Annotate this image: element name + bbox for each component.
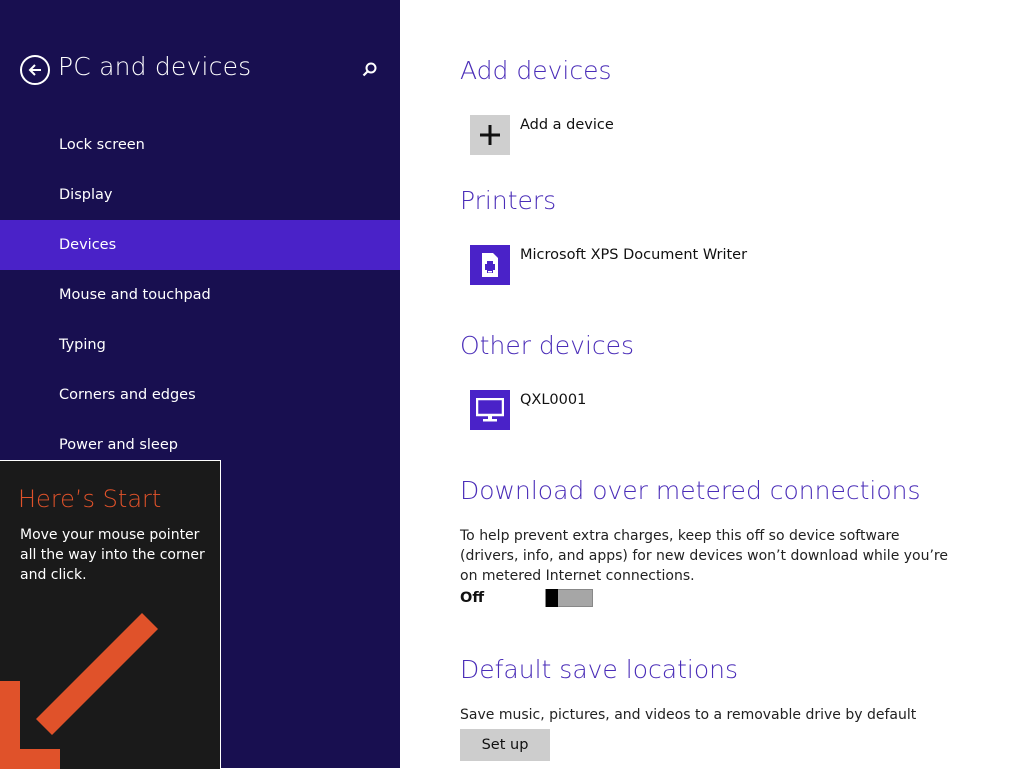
sidebar-item-typing[interactable]: Typing bbox=[0, 320, 400, 370]
sidebar-item-mouse-and-touchpad[interactable]: Mouse and touchpad bbox=[0, 270, 400, 320]
printer-item-xps[interactable]: Microsoft XPS Document Writer bbox=[520, 247, 747, 263]
sidebar-item-corners-and-edges[interactable]: Corners and edges bbox=[0, 370, 400, 420]
add-device-button[interactable]: Add a device bbox=[520, 117, 614, 133]
metered-toggle[interactable] bbox=[545, 589, 593, 607]
monitor-icon[interactable] bbox=[470, 390, 510, 430]
plus-icon[interactable] bbox=[470, 115, 510, 155]
save-locations-description: Save music, pictures, and videos to a re… bbox=[460, 707, 917, 723]
back-arrow-circle-icon[interactable] bbox=[20, 55, 50, 85]
device-item-qxl0001[interactable]: QXL0001 bbox=[520, 392, 586, 408]
sidebar-nav: Lock screen Display Devices Mouse and to… bbox=[0, 120, 400, 470]
section-title-metered: Download over metered connections bbox=[460, 476, 921, 505]
sidebar-item-display[interactable]: Display bbox=[0, 170, 400, 220]
metered-toggle-state: Off bbox=[460, 590, 485, 606]
arrow-down-left-icon bbox=[0, 613, 158, 769]
section-title-add-devices: Add devices bbox=[460, 56, 612, 85]
search-icon[interactable] bbox=[360, 60, 380, 80]
sidebar-item-devices[interactable]: Devices bbox=[0, 220, 400, 270]
start-tip-panel: Here’s Start Move your mouse pointer all… bbox=[0, 460, 221, 769]
tip-title: Here’s Start bbox=[18, 485, 162, 513]
sidebar-item-lock-screen[interactable]: Lock screen bbox=[0, 120, 400, 170]
section-title-save-locations: Default save locations bbox=[460, 655, 738, 684]
section-title-other-devices: Other devices bbox=[460, 331, 635, 360]
sidebar-title: PC and devices bbox=[58, 52, 252, 81]
printer-icon[interactable] bbox=[470, 245, 510, 285]
metered-description: To help prevent extra charges, keep this… bbox=[460, 528, 948, 584]
section-title-printers: Printers bbox=[460, 186, 557, 215]
tip-body: Move your mouse pointer all the way into… bbox=[20, 527, 205, 583]
setup-button[interactable]: Set up bbox=[460, 729, 550, 761]
toggle-thumb bbox=[546, 589, 558, 607]
